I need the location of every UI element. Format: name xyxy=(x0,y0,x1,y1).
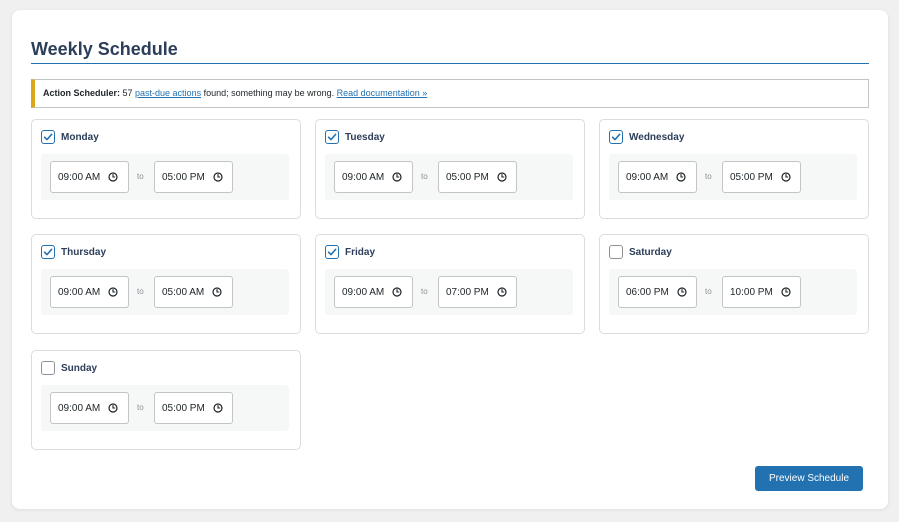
day-card-sunday: Sunday 09:00 AM to 05:00 PM xyxy=(31,350,301,450)
admin-notice: Action Scheduler: 57 past-due actions fo… xyxy=(31,79,869,108)
start-time-value: 09:00 AM xyxy=(342,171,385,183)
day-card-monday: Monday 09:00 AM to 05:00 PM xyxy=(31,119,301,219)
day-name: Friday xyxy=(345,246,376,258)
checkmark-icon xyxy=(43,133,53,141)
clock-icon[interactable] xyxy=(212,287,222,297)
clock-icon[interactable] xyxy=(213,172,223,182)
end-time-value: 10:00 PM xyxy=(730,286,773,298)
day-checkbox[interactable] xyxy=(609,245,623,259)
day-checkbox[interactable] xyxy=(609,130,623,144)
checkmark-icon xyxy=(327,133,337,141)
start-time-input[interactable]: 06:00 PM xyxy=(618,276,697,308)
time-range: 09:00 AM to 05:00 PM xyxy=(609,154,857,200)
checkmark-icon xyxy=(43,248,53,256)
time-range: 09:00 AM to 05:00 PM xyxy=(41,385,289,431)
day-name: Saturday xyxy=(629,246,672,258)
day-name: Thursday xyxy=(61,246,107,258)
time-range: 09:00 AM to 05:00 PM xyxy=(325,154,573,200)
day-card-saturday: Saturday 06:00 PM to 10:00 PM xyxy=(599,234,869,334)
day-checkbox[interactable] xyxy=(41,130,55,144)
start-time-value: 09:00 AM xyxy=(626,171,669,183)
time-separator: to xyxy=(421,172,428,181)
day-card-tuesday: Tuesday 09:00 AM to 05:00 PM xyxy=(315,119,585,219)
start-time-input[interactable]: 09:00 AM xyxy=(50,161,129,193)
start-time-value: 09:00 AM xyxy=(342,286,385,298)
notice-message: found; something may be wrong. xyxy=(201,88,337,98)
end-time-value: 07:00 PM xyxy=(446,286,489,298)
end-time-value: 05:00 PM xyxy=(162,402,205,414)
time-range: 09:00 AM to 05:00 AM xyxy=(41,269,289,315)
page-title: Weekly Schedule xyxy=(31,39,178,59)
clock-icon[interactable] xyxy=(392,172,402,182)
clock-icon[interactable] xyxy=(676,172,686,182)
preview-schedule-button[interactable]: Preview Schedule xyxy=(755,466,863,491)
start-time-input[interactable]: 09:00 AM xyxy=(334,276,413,308)
clock-icon[interactable] xyxy=(392,287,402,297)
day-header: Tuesday xyxy=(325,129,385,145)
start-time-input[interactable]: 09:00 AM xyxy=(334,161,413,193)
title-divider xyxy=(31,63,869,64)
checkmark-icon xyxy=(327,248,337,256)
start-time-value: 09:00 AM xyxy=(58,402,101,414)
end-time-input[interactable]: 05:00 AM xyxy=(154,276,233,308)
end-time-value: 05:00 PM xyxy=(162,171,205,183)
time-range: 09:00 AM to 07:00 PM xyxy=(325,269,573,315)
start-time-value: 06:00 PM xyxy=(626,286,669,298)
end-time-input[interactable]: 10:00 PM xyxy=(722,276,801,308)
day-name: Sunday xyxy=(61,362,98,374)
day-name: Tuesday xyxy=(345,131,385,143)
time-separator: to xyxy=(137,172,144,181)
end-time-input[interactable]: 05:00 PM xyxy=(154,392,233,424)
end-time-value: 05:00 PM xyxy=(446,171,489,183)
past-due-actions-link[interactable]: past-due actions xyxy=(135,88,201,98)
end-time-input[interactable]: 05:00 PM xyxy=(722,161,801,193)
time-separator: to xyxy=(705,172,712,181)
start-time-input[interactable]: 09:00 AM xyxy=(50,392,129,424)
day-checkbox[interactable] xyxy=(41,245,55,259)
end-time-input[interactable]: 07:00 PM xyxy=(438,276,517,308)
end-time-value: 05:00 PM xyxy=(730,171,773,183)
day-header: Monday xyxy=(41,129,99,145)
time-range: 06:00 PM to 10:00 PM xyxy=(609,269,857,315)
end-time-value: 05:00 AM xyxy=(162,286,205,298)
time-separator: to xyxy=(705,287,712,296)
read-documentation-link[interactable]: Read documentation » xyxy=(337,88,428,98)
start-time-value: 09:00 AM xyxy=(58,171,101,183)
clock-icon[interactable] xyxy=(497,172,507,182)
schedule-panel: Weekly Schedule Action Scheduler: 57 pas… xyxy=(12,10,888,509)
clock-icon[interactable] xyxy=(108,403,118,413)
time-range: 09:00 AM to 05:00 PM xyxy=(41,154,289,200)
day-checkbox[interactable] xyxy=(325,130,339,144)
day-card-wednesday: Wednesday 09:00 AM to 05:00 PM xyxy=(599,119,869,219)
day-header: Thursday xyxy=(41,244,106,260)
clock-icon[interactable] xyxy=(108,287,118,297)
day-checkbox[interactable] xyxy=(41,361,55,375)
day-name: Wednesday xyxy=(629,131,685,143)
start-time-input[interactable]: 09:00 AM xyxy=(50,276,129,308)
end-time-input[interactable]: 05:00 PM xyxy=(438,161,517,193)
time-separator: to xyxy=(137,403,144,412)
day-header: Friday xyxy=(325,244,375,260)
clock-icon[interactable] xyxy=(677,287,687,297)
day-card-friday: Friday 09:00 AM to 07:00 PM xyxy=(315,234,585,334)
day-checkbox[interactable] xyxy=(325,245,339,259)
day-header: Wednesday xyxy=(609,129,684,145)
checkmark-icon xyxy=(611,133,621,141)
time-separator: to xyxy=(137,287,144,296)
end-time-input[interactable]: 05:00 PM xyxy=(154,161,233,193)
clock-icon[interactable] xyxy=(108,172,118,182)
day-header: Sunday xyxy=(41,360,97,376)
clock-icon[interactable] xyxy=(213,403,223,413)
clock-icon[interactable] xyxy=(497,287,507,297)
time-separator: to xyxy=(421,287,428,296)
day-header: Saturday xyxy=(609,244,672,260)
day-card-thursday: Thursday 09:00 AM to 05:00 AM xyxy=(31,234,301,334)
notice-label: Action Scheduler: xyxy=(43,88,121,98)
notice-count: 57 xyxy=(120,88,136,98)
start-time-input[interactable]: 09:00 AM xyxy=(618,161,697,193)
clock-icon[interactable] xyxy=(781,172,791,182)
start-time-value: 09:00 AM xyxy=(58,286,101,298)
clock-icon[interactable] xyxy=(781,287,791,297)
day-name: Monday xyxy=(61,131,99,143)
